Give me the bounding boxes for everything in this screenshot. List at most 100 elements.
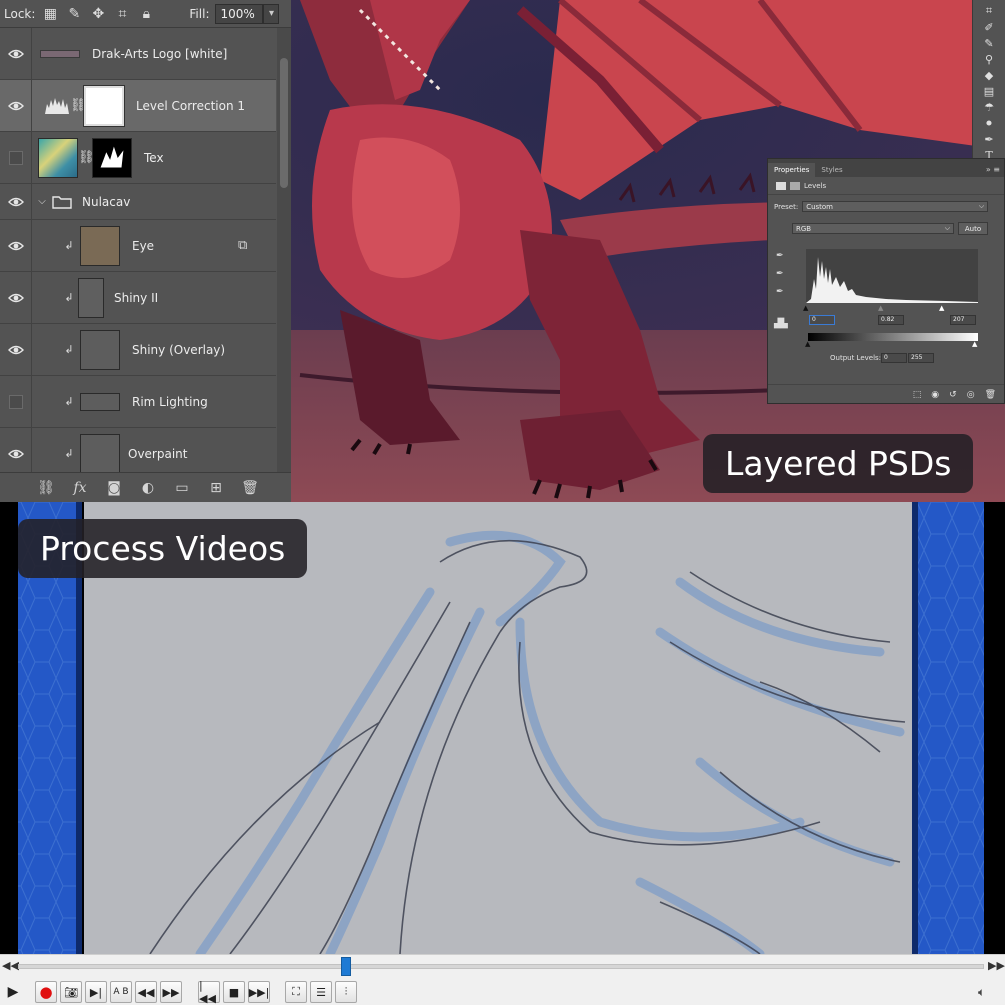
- chevron-down-icon[interactable]: ⌵: [32, 196, 52, 207]
- playlist-button[interactable]: ☰: [310, 981, 332, 1003]
- layer-name: Tex: [144, 150, 164, 165]
- fx-icon[interactable]: fx: [70, 478, 90, 498]
- layer-row-drak-arts-logo[interactable]: Drak-Arts Logo [white]: [0, 28, 276, 80]
- gradient-icon[interactable]: ▤: [982, 85, 996, 98]
- seek-bar[interactable]: [18, 964, 984, 969]
- visibility-toggle[interactable]: [0, 272, 32, 323]
- layer-mask-thumbnail[interactable]: [92, 137, 132, 178]
- volume-icon[interactable]: 🔈︎: [978, 985, 985, 1000]
- input-white-field[interactable]: 207: [950, 315, 976, 325]
- panel-menu-icon[interactable]: » ≡: [982, 162, 1004, 177]
- black-point-eyedropper-icon[interactable]: ✒: [776, 251, 786, 261]
- play-button[interactable]: ▶: [2, 981, 24, 1003]
- input-slider[interactable]: ▲ ▲ ▲: [803, 304, 978, 312]
- fill-input[interactable]: 100%: [215, 3, 264, 24]
- snapshot-button[interactable]: 📷︎: [60, 981, 82, 1003]
- output-slider[interactable]: ▲ ▲: [805, 340, 978, 348]
- stop-button[interactable]: ■: [223, 981, 245, 1003]
- faster-button[interactable]: ▶▶: [160, 981, 182, 1003]
- fullscreen-button[interactable]: ⛶: [285, 981, 307, 1003]
- layer-thumbnail: [78, 277, 104, 318]
- lock-all-icon[interactable]: 🔒︎: [137, 5, 155, 23]
- scrollbar-thumb[interactable]: [280, 58, 288, 188]
- gray-point-eyedropper-icon[interactable]: ✒: [776, 269, 786, 279]
- input-gamma-field[interactable]: 0.82: [878, 315, 904, 325]
- visibility-toggle[interactable]: [0, 80, 32, 131]
- layers-scrollbar[interactable]: [277, 28, 291, 472]
- link-layers-icon[interactable]: ⛓: [36, 478, 56, 498]
- extended-settings-button[interactable]: ⫶: [335, 981, 357, 1003]
- seek-handle[interactable]: [341, 957, 351, 976]
- eraser-icon[interactable]: ◆: [982, 69, 996, 82]
- caption-process-videos: Process Videos: [18, 519, 308, 578]
- preset-value: Custom: [806, 202, 834, 211]
- trash-icon[interactable]: 🗑︎: [240, 478, 260, 498]
- layer-name: Rim Lighting: [132, 394, 208, 409]
- layer-row-shiny-ii[interactable]: ↲ Shiny II: [0, 272, 276, 324]
- frame-step-button[interactable]: ▶|: [85, 981, 107, 1003]
- channel-value: RGB: [796, 224, 812, 233]
- clone-stamp-icon[interactable]: ⚲: [982, 53, 996, 66]
- adjustment-layer-icon[interactable]: ◐: [138, 478, 158, 498]
- visibility-toggle[interactable]: [0, 132, 32, 183]
- visibility-toggle[interactable]: [0, 324, 32, 375]
- preset-select[interactable]: Custom ⌵: [802, 201, 989, 212]
- layer-row-tex[interactable]: ⛓ Tex: [0, 132, 276, 184]
- lock-image-pixels-icon[interactable]: ✎: [65, 5, 83, 23]
- dodge-icon[interactable]: ⚫: [982, 117, 996, 130]
- channel-select[interactable]: RGB ⌵: [792, 223, 954, 234]
- layer-mask-thumbnail[interactable]: [83, 84, 125, 127]
- layer-row-group-nulacav[interactable]: ⌵ Nulacav: [0, 184, 276, 220]
- previous-button[interactable]: |◀◀: [198, 979, 220, 1005]
- histogram: [806, 249, 978, 303]
- visibility-toggle[interactable]: [0, 376, 32, 427]
- slower-button[interactable]: ◀◀: [135, 981, 157, 1003]
- lock-transparent-pixels-icon[interactable]: ▦: [41, 5, 59, 23]
- layer-thumbnail: [80, 329, 120, 370]
- reset-icon[interactable]: ↺: [949, 390, 957, 400]
- layer-name: Eye: [132, 238, 155, 253]
- view-previous-icon[interactable]: ◉: [931, 390, 939, 400]
- seek-back-icon[interactable]: ◀◀: [2, 959, 19, 972]
- layer-thumbnail: [80, 225, 120, 266]
- new-layer-icon[interactable]: ⊞: [206, 478, 226, 498]
- fill-label: Fill:: [189, 6, 210, 21]
- layer-row-level-correction[interactable]: ⛓ Level Correction 1: [0, 80, 276, 132]
- layer-row-rim-lighting[interactable]: ↲ Rim Lighting: [0, 376, 276, 428]
- blur-icon[interactable]: ☂: [982, 101, 996, 114]
- tab-properties[interactable]: Properties: [768, 163, 816, 177]
- white-point-eyedropper-icon[interactable]: ✒: [776, 287, 786, 297]
- eyedropper-icon[interactable]: ✐: [982, 21, 996, 34]
- lock-position-icon[interactable]: ✥: [89, 5, 107, 23]
- input-black-field[interactable]: 0: [809, 315, 835, 325]
- record-button[interactable]: ●: [35, 981, 57, 1003]
- layer-name: Nulacav: [82, 194, 131, 209]
- chain-link-icon[interactable]: ⛓: [78, 150, 95, 165]
- next-button[interactable]: ▶▶|: [248, 981, 270, 1003]
- lock-artboard-icon[interactable]: ⌗: [113, 5, 131, 23]
- output-black-field[interactable]: 0: [881, 353, 907, 363]
- hidden-visibility-box: [8, 394, 23, 409]
- chain-link-icon[interactable]: ⛓: [70, 98, 87, 113]
- layer-row-eye[interactable]: ↲ Eye ⧉: [0, 220, 276, 272]
- playback-buttons: ▶ ● 📷︎ ▶| A B ◀◀ ▶▶ |◀◀ ■ ▶▶| ⛶ ☰ ⫶ 🔈︎: [0, 979, 1005, 1005]
- visibility-toggle[interactable]: [0, 184, 32, 219]
- new-group-folder-icon[interactable]: ▭: [172, 478, 192, 498]
- lock-label: Lock:: [4, 6, 36, 21]
- seek-forward-icon[interactable]: ▶▶: [988, 959, 1005, 972]
- toggle-visibility-icon[interactable]: ◎: [967, 390, 975, 400]
- visibility-toggle[interactable]: [0, 28, 32, 79]
- delete-icon[interactable]: 🗑︎: [985, 390, 996, 400]
- clip-to-layer-icon[interactable]: ⬚: [913, 390, 922, 400]
- output-white-field[interactable]: 255: [908, 353, 934, 363]
- visibility-toggle[interactable]: [0, 220, 32, 271]
- auto-button[interactable]: Auto: [958, 222, 988, 235]
- tab-styles[interactable]: Styles: [815, 163, 848, 177]
- layer-row-shiny-overlay[interactable]: ↲ Shiny (Overlay): [0, 324, 276, 376]
- ab-loop-button[interactable]: A B: [110, 981, 132, 1003]
- crop-icon[interactable]: ⌗: [982, 4, 996, 18]
- add-mask-icon[interactable]: ◙: [104, 478, 124, 498]
- pen-icon[interactable]: ✒: [982, 133, 996, 146]
- brush-icon[interactable]: ✎: [982, 37, 996, 50]
- fill-dropdown-button[interactable]: ▾: [263, 3, 280, 24]
